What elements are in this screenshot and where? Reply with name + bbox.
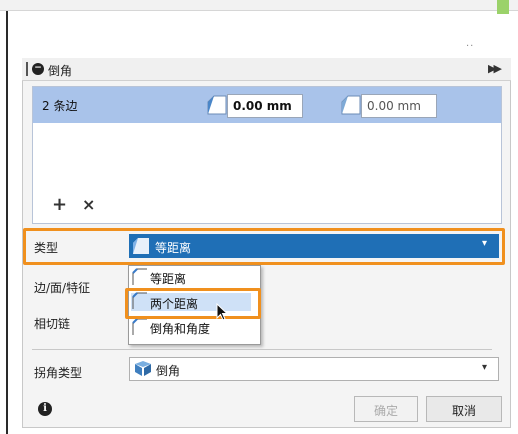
tangent-chain-label: 相切链 (34, 317, 71, 331)
background-accent (497, 0, 509, 14)
drag-grip-icon[interactable] (26, 62, 28, 76)
corner-type-select[interactable] (129, 357, 499, 381)
corner-type-label: 拐角类型 (34, 366, 83, 380)
close-icon[interactable]: × (82, 196, 95, 214)
section-divider (32, 349, 492, 350)
dialog-header (22, 58, 511, 81)
cancel-button[interactable]: 取消 (426, 396, 502, 422)
corner-icon (135, 361, 151, 376)
distance-2-input[interactable]: 0.00 mm (361, 94, 437, 118)
chamfer-icon (341, 95, 361, 115)
plus-icon[interactable]: + (52, 196, 67, 214)
dialog-title: 倒角 (48, 64, 73, 78)
edge-count-label: 2 条边 (42, 99, 78, 113)
option-highlight-box (125, 288, 261, 319)
corner-type-value: 倒角 (156, 364, 181, 378)
chamfer-icon (207, 95, 227, 115)
menu-item-equal-distance[interactable]: 等距离 (150, 270, 186, 287)
type-highlight-box (23, 228, 505, 265)
distance-1-input[interactable]: 0.00 mm (227, 94, 303, 118)
menu-item-distance-and-angle[interactable]: 倒角和角度 (150, 320, 210, 337)
left-panel-edge (6, 11, 8, 434)
more-dots-icon: ·· (466, 41, 475, 52)
dropdown-caret-icon: ▾ (482, 362, 488, 373)
edge-face-feature-label: 边/面/特征 (34, 281, 91, 295)
minus-circle-icon[interactable]: − (32, 63, 44, 75)
chamfer-icon (132, 318, 147, 335)
info-icon[interactable]: i (38, 402, 52, 416)
background-window-strip (0, 0, 518, 11)
ok-button[interactable]: 确定 (354, 396, 418, 422)
mouse-cursor-icon (216, 303, 229, 321)
chamfer-icon (132, 268, 147, 285)
fast-forward-icon[interactable]: ▶▶ (488, 62, 502, 75)
